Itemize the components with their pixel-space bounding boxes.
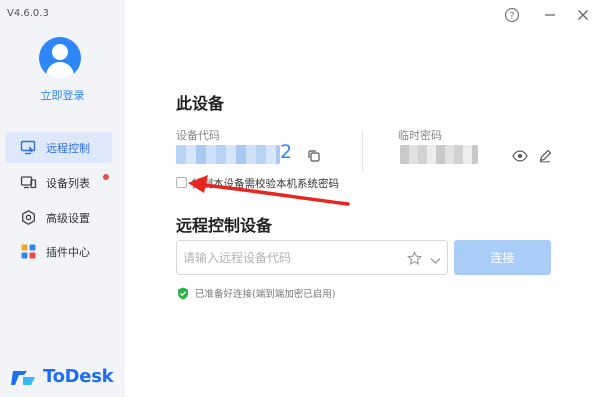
- brand-name: ToDesk: [43, 366, 114, 387]
- shield-check-icon: [177, 287, 189, 300]
- temp-password-label: 临时密码: [398, 129, 442, 142]
- status-text: 已准备好连接(端到端加密已启用): [195, 289, 336, 300]
- device-code-tail: 2: [280, 141, 293, 163]
- device-list-icon: [20, 174, 37, 191]
- pencil-icon: [539, 149, 552, 163]
- copy-icon: [308, 150, 320, 162]
- remote-control-icon: [20, 139, 37, 156]
- help-icon: ?: [504, 7, 520, 23]
- settings-icon: [20, 209, 37, 226]
- show-password-button[interactable]: [512, 148, 528, 162]
- sidebar-item-label: 高级设置: [46, 211, 90, 225]
- version-label: V4.6.0.3: [7, 8, 49, 19]
- sidebar-item-advanced-settings[interactable]: 高级设置: [5, 202, 112, 233]
- sidebar: V4.6.0.3 立即登录 远程控制 设备列表 高级设置 插件中心 ToDesk: [0, 0, 125, 397]
- star-icon: [407, 250, 422, 265]
- svg-text:?: ?: [510, 12, 515, 22]
- connection-status: 已准备好连接(端到端加密已启用): [177, 286, 335, 300]
- minimize-icon: [545, 14, 555, 16]
- sidebar-item-plugin-center[interactable]: 插件中心: [5, 236, 112, 267]
- sidebar-item-label: 设备列表: [46, 176, 90, 190]
- sidebar-item-remote-control[interactable]: 远程控制: [5, 132, 112, 163]
- remote-code-input[interactable]: [183, 249, 398, 267]
- sidebar-item-label: 插件中心: [46, 245, 90, 259]
- close-icon: [578, 10, 588, 20]
- remote-control-title: 远程控制设备: [176, 216, 273, 235]
- notification-dot: [103, 174, 109, 180]
- require-password-label[interactable]: 控制本设备需校验本机系统密码: [192, 176, 339, 191]
- sidebar-item-device-list[interactable]: 设备列表: [5, 167, 112, 198]
- device-code-value-blurred: [176, 145, 280, 164]
- this-device-title: 此设备: [176, 94, 225, 113]
- favorite-button[interactable]: [407, 250, 422, 270]
- device-code-label: 设备代码: [176, 129, 220, 142]
- plugin-center-icon: [20, 243, 37, 260]
- divider: [362, 130, 363, 172]
- avatar[interactable]: [39, 37, 81, 79]
- minimize-button[interactable]: [541, 6, 559, 24]
- connect-button[interactable]: 连接: [454, 240, 551, 275]
- require-password-checkbox[interactable]: [176, 177, 187, 188]
- help-button[interactable]: ?: [503, 6, 521, 24]
- eye-icon: [512, 150, 528, 162]
- history-dropdown-button[interactable]: [429, 252, 442, 271]
- close-button[interactable]: [574, 6, 592, 24]
- remote-code-field: [176, 240, 448, 275]
- copy-button[interactable]: [307, 148, 321, 162]
- temp-password-value-blurred: [400, 145, 478, 164]
- todesk-logo-icon: [11, 370, 35, 385]
- edit-password-button[interactable]: [538, 148, 552, 163]
- sidebar-item-label: 远程控制: [46, 141, 90, 155]
- login-link[interactable]: 立即登录: [0, 87, 125, 103]
- chevron-down-icon: [430, 258, 441, 264]
- brand-logo: ToDesk: [11, 366, 114, 387]
